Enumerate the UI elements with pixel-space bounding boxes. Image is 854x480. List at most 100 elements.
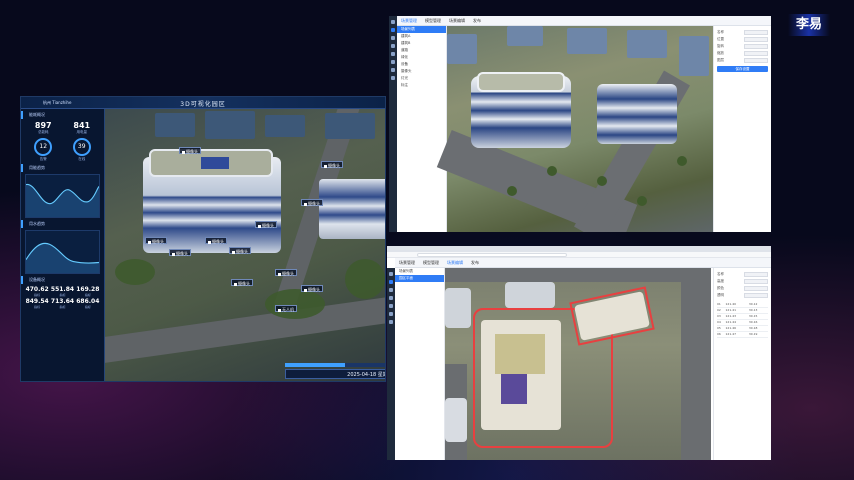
home-icon[interactable] xyxy=(389,272,393,276)
solar-panel xyxy=(201,157,229,169)
prop-label: 旋转 xyxy=(717,44,724,48)
map-marker[interactable]: 摄像头 xyxy=(145,237,167,244)
dashboard-header: 杭州 Tianzhihe 3D可视化园区 xyxy=(21,97,385,109)
model-icon[interactable] xyxy=(391,36,395,40)
prop-input[interactable] xyxy=(744,293,768,298)
prop-input[interactable] xyxy=(744,44,768,49)
building xyxy=(507,26,543,46)
side-building[interactable] xyxy=(319,179,385,239)
tree-cluster xyxy=(345,259,385,299)
measure-icon[interactable] xyxy=(391,68,395,72)
camera-icon[interactable] xyxy=(391,52,395,56)
tree-item[interactable]: 场景列表 xyxy=(397,26,446,33)
map-marker[interactable]: 摄像头 xyxy=(179,147,201,154)
dashboard-3d-scene[interactable]: 摄像头 摄像头 摄像头 摄像头 摄像头 摄像头 摄像头 摄像头 摄像头 摄像头 … xyxy=(105,109,385,381)
scene-tree: 场景列表 建筑A 建筑B 道路 绿化 设备 摄像头 灯光 标注 xyxy=(397,26,447,232)
browser-window: 场景管理 模型管理 场景编辑 发布 场景列表 园区平面 名称 高度 颜色 透明 … xyxy=(387,246,771,460)
map-marker[interactable]: 无人机 xyxy=(275,305,297,312)
3d-viewport[interactable] xyxy=(436,26,713,232)
tree-item[interactable]: 设备 xyxy=(397,61,446,68)
light-icon[interactable] xyxy=(391,60,395,64)
map-marker[interactable]: 摄像头 xyxy=(205,237,227,244)
map-marker[interactable]: 摄像头 xyxy=(321,161,343,168)
tree-item[interactable]: 灯光 xyxy=(397,75,446,82)
map-marker[interactable]: 摄像头 xyxy=(231,279,253,286)
tree-item[interactable]: 摄像头 xyxy=(397,68,446,75)
tree-item[interactable]: 建筑B xyxy=(397,40,446,47)
timeline-slider[interactable] xyxy=(285,363,385,367)
prop-label: 透明 xyxy=(717,293,724,297)
energy-trend-chart xyxy=(25,174,100,218)
road xyxy=(445,268,711,282)
model-icon[interactable] xyxy=(389,288,393,292)
tab-publish[interactable]: 发布 xyxy=(473,18,481,24)
prop-row: 旋转 xyxy=(717,43,768,50)
edit-icon[interactable] xyxy=(391,44,395,48)
tree-item[interactable]: 道路 xyxy=(397,47,446,54)
metric-label: 指标 xyxy=(34,305,41,309)
tab-edit[interactable]: 场景编辑 xyxy=(449,18,465,24)
map-marker[interactable]: 摄像头 xyxy=(301,199,323,206)
tree-item[interactable]: 园区平面 xyxy=(395,275,444,282)
tab-publish[interactable]: 发布 xyxy=(471,260,479,266)
map-marker[interactable]: 摄像头 xyxy=(301,285,323,292)
prop-row: 颜色 xyxy=(717,285,768,292)
gauge-icon: 39 xyxy=(72,138,91,156)
table-row[interactable]: 06 121.47 30.19 xyxy=(717,331,768,338)
coordinate-table: 01 121.40 30.12 02 121.41 30.13 03 121.43 30.1… xyxy=(717,301,768,338)
edit-icon[interactable] xyxy=(389,296,393,300)
building xyxy=(445,288,471,328)
map-marker[interactable]: 摄像头 xyxy=(169,249,191,256)
building xyxy=(567,28,607,54)
save-button[interactable]: 保存设置 xyxy=(717,66,768,72)
stat-value: 841 xyxy=(73,121,91,130)
url-input[interactable] xyxy=(417,253,567,257)
selection-outline[interactable] xyxy=(569,286,655,346)
prop-label: 名称 xyxy=(717,272,724,276)
tab-model[interactable]: 模型管理 xyxy=(423,260,439,266)
prop-input[interactable] xyxy=(744,58,768,63)
prop-input[interactable] xyxy=(744,30,768,35)
prop-input[interactable] xyxy=(744,286,768,291)
tab-model[interactable]: 模型管理 xyxy=(425,18,441,24)
metric: 551.84 指标 xyxy=(50,286,74,297)
home-icon[interactable] xyxy=(391,20,395,24)
tree-item[interactable]: 绿化 xyxy=(397,54,446,61)
tab-edit[interactable]: 场景编辑 xyxy=(447,260,463,266)
stat-label: 告警 xyxy=(39,157,47,161)
prop-input[interactable] xyxy=(744,279,768,284)
light-icon[interactable] xyxy=(389,312,393,316)
tree-item[interactable]: 场景列表 xyxy=(395,268,444,275)
prop-input[interactable] xyxy=(744,51,768,56)
tab-scene[interactable]: 场景管理 xyxy=(399,260,415,266)
tree xyxy=(597,176,607,186)
layers-icon[interactable] xyxy=(391,28,395,32)
map-marker[interactable]: 摄像头 xyxy=(275,269,297,276)
measure-icon[interactable] xyxy=(389,320,393,324)
tree xyxy=(507,186,517,196)
scene-editor-window: 场景管理 模型管理 场景编辑 发布 场景列表 建筑A 建筑B 道路 绿化 设备 … xyxy=(389,16,771,232)
prop-label: 颜色 xyxy=(717,286,724,290)
settings-icon[interactable] xyxy=(391,76,395,80)
building-roof xyxy=(477,72,565,92)
prop-label: 名称 xyxy=(717,30,724,34)
stat-card: 39 在线 xyxy=(64,137,101,162)
side-building[interactable] xyxy=(597,84,677,144)
layers-icon[interactable] xyxy=(389,280,393,284)
map-marker[interactable]: 摄像头 xyxy=(229,247,251,254)
map-marker[interactable]: 摄像头 xyxy=(255,221,277,228)
metric-value: 713.64 xyxy=(50,298,75,305)
tab-scene[interactable]: 场景管理 xyxy=(401,18,417,24)
stat-card: 897 总能耗 xyxy=(25,121,62,135)
prop-input[interactable] xyxy=(744,272,768,277)
tab-bar: 场景管理 模型管理 场景编辑 发布 xyxy=(399,260,479,266)
prop-input[interactable] xyxy=(744,37,768,42)
tool-strip xyxy=(387,268,395,460)
top-down-viewport[interactable] xyxy=(445,268,711,460)
camera-icon[interactable] xyxy=(389,304,393,308)
stat-label: 总能耗 xyxy=(38,130,49,134)
tree-item[interactable]: 标注 xyxy=(397,82,446,89)
prop-row: 高度 xyxy=(717,278,768,285)
prop-label: 图层 xyxy=(717,58,724,62)
tree-item[interactable]: 建筑A xyxy=(397,33,446,40)
